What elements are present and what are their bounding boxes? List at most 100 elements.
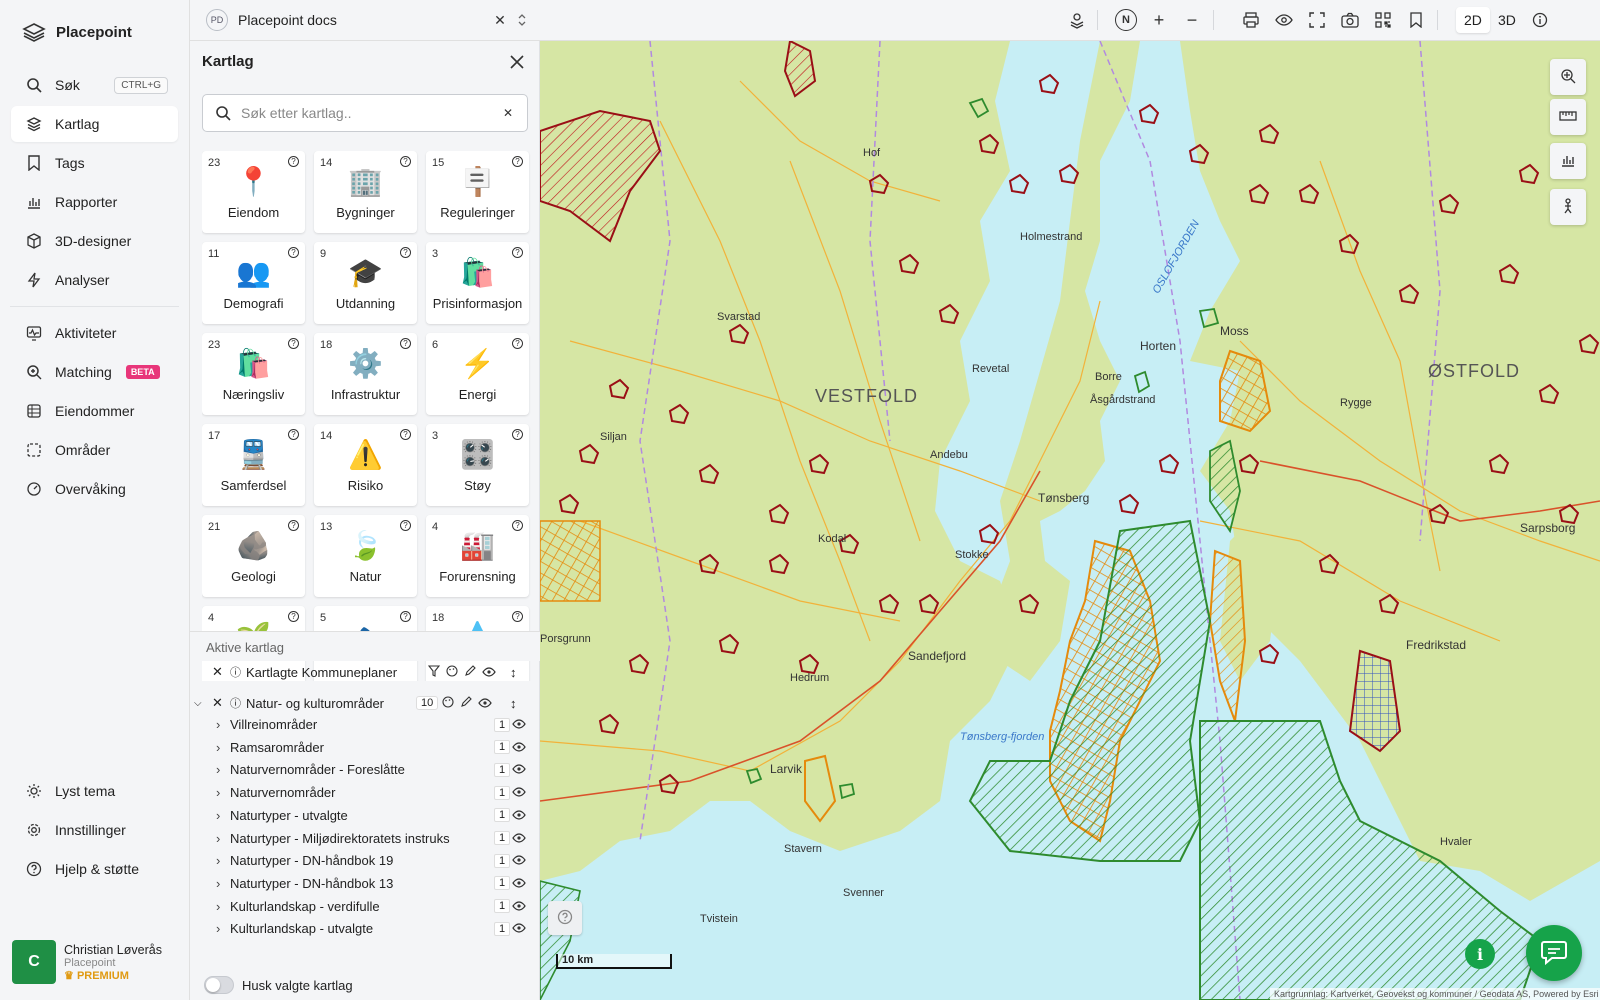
print-icon[interactable] bbox=[1241, 10, 1261, 30]
chevron-right-icon[interactable]: › bbox=[216, 740, 220, 755]
category-card[interactable]: 14? ⚠️ Risiko bbox=[314, 424, 417, 506]
layer-row[interactable]: › Naturtyper - Miljødirektoratets instruk… bbox=[190, 827, 540, 850]
nav-overvaking[interactable]: Overvåking bbox=[11, 471, 178, 507]
nav-hjelp[interactable]: Hjelp & støtte bbox=[11, 851, 179, 887]
chevron-right-icon[interactable]: › bbox=[216, 899, 220, 914]
layer-row[interactable]: › Naturvernområder 1 bbox=[190, 781, 540, 804]
category-card[interactable]: 23? 📍 Eiendom bbox=[202, 151, 305, 233]
palette-icon[interactable] bbox=[442, 695, 454, 711]
category-card[interactable]: 3? 🎛️ Støy bbox=[426, 424, 529, 506]
nav-matching[interactable]: Matching BETA bbox=[11, 354, 178, 390]
category-card[interactable]: 15? 🪧 Reguleringer bbox=[426, 151, 529, 233]
filter-icon[interactable] bbox=[427, 664, 441, 680]
camera-icon[interactable] bbox=[1340, 10, 1360, 30]
eye-icon[interactable] bbox=[512, 785, 526, 800]
eye-icon[interactable] bbox=[512, 808, 526, 823]
category-grid-scroll[interactable]: 23? 📍 Eiendom 14? 🏢 Bygninger 15? 🪧 Reguleringer… bbox=[202, 151, 532, 681]
chevron-right-icon[interactable]: › bbox=[216, 853, 220, 868]
category-card[interactable]: 21? 🪨 Geologi bbox=[202, 515, 305, 597]
nav-3d-designer[interactable]: 3D-designer bbox=[11, 223, 178, 259]
nav-analyser[interactable]: Analyser bbox=[11, 262, 178, 298]
close-panel-icon[interactable] bbox=[508, 53, 526, 74]
chevron-right-icon[interactable]: › bbox=[216, 717, 220, 732]
category-card[interactable]: 6? ⚡ Energi bbox=[426, 333, 529, 415]
category-card[interactable]: 9? 🎓 Utdanning bbox=[314, 242, 417, 324]
brand[interactable]: Placepoint bbox=[0, 0, 189, 64]
fullscreen-icon[interactable] bbox=[1307, 10, 1327, 30]
nav-omrader[interactable]: Områder bbox=[11, 432, 178, 468]
category-card[interactable]: 3? 🛍️ Prisinformasjon bbox=[426, 242, 529, 324]
measure-tool-button[interactable] bbox=[1550, 99, 1586, 135]
layer-row[interactable]: › Villreinområder 1 bbox=[190, 713, 540, 736]
eye-icon[interactable] bbox=[512, 740, 526, 755]
clear-search-icon[interactable]: ✕ bbox=[503, 106, 513, 120]
category-card[interactable]: 13? 🍃 Natur bbox=[314, 515, 417, 597]
layer-row[interactable]: › Naturtyper - utvalgte 1 bbox=[190, 804, 540, 827]
remove-icon[interactable]: ✕ bbox=[212, 695, 223, 711]
reorder-icon[interactable]: ↕ bbox=[510, 665, 517, 680]
qr-code-icon[interactable] bbox=[1373, 10, 1393, 30]
help-icon[interactable]: ⓘ bbox=[230, 695, 241, 711]
mode-2d-button[interactable]: 2D bbox=[1456, 7, 1490, 33]
category-card[interactable]: 4? 🏭 Forurensning bbox=[426, 515, 529, 597]
nav-search[interactable]: Søk CTRL+G bbox=[11, 67, 178, 103]
nav-lyst-tema[interactable]: Lyst tema bbox=[11, 773, 179, 809]
layer-search-box[interactable]: ✕ bbox=[202, 94, 528, 132]
remember-layers-toggle[interactable] bbox=[204, 976, 234, 994]
chevron-right-icon[interactable]: › bbox=[216, 876, 220, 891]
eye-icon[interactable] bbox=[512, 899, 526, 914]
layer-row[interactable]: › Kulturlandskap - utvalgte 1 bbox=[190, 917, 540, 940]
palette-icon[interactable] bbox=[446, 664, 458, 680]
nav-rapporter[interactable]: Rapporter bbox=[11, 184, 178, 220]
category-card[interactable]: 18? ⚙️ Infrastruktur bbox=[314, 333, 417, 415]
edit-icon[interactable] bbox=[460, 695, 472, 711]
help-icon[interactable]: ⓘ bbox=[230, 664, 241, 680]
nav-kartlag[interactable]: Kartlag bbox=[11, 106, 178, 142]
category-card[interactable]: 11? 👥 Demografi bbox=[202, 242, 305, 324]
zoom-in-icon[interactable]: + bbox=[1149, 10, 1169, 30]
eye-icon[interactable] bbox=[512, 831, 526, 846]
chevron-right-icon[interactable]: › bbox=[216, 762, 220, 777]
collapse-chevron-icon[interactable]: ⌵ bbox=[194, 698, 202, 709]
eye-icon[interactable] bbox=[512, 853, 526, 868]
eye-icon[interactable] bbox=[482, 665, 496, 680]
eye-icon[interactable] bbox=[512, 921, 526, 936]
layer-row[interactable]: › Naturtyper - DN-håndbok 19 1 bbox=[190, 849, 540, 872]
layer-row[interactable]: › Ramsarområder 1 bbox=[190, 736, 540, 759]
locate-tool-button[interactable] bbox=[1550, 59, 1586, 95]
info-icon[interactable] bbox=[1530, 10, 1550, 30]
bookmark-icon[interactable] bbox=[1406, 10, 1426, 30]
eye-icon[interactable] bbox=[512, 762, 526, 777]
chevron-right-icon[interactable]: › bbox=[216, 921, 220, 936]
mode-3d-button[interactable]: 3D bbox=[1490, 7, 1524, 33]
chat-button[interactable] bbox=[1526, 925, 1582, 981]
layers-stack-icon[interactable] bbox=[1067, 10, 1087, 30]
layer-row[interactable]: › Naturtyper - DN-håndbok 13 1 bbox=[190, 872, 540, 895]
eye-icon[interactable] bbox=[478, 696, 492, 711]
layer-search-input[interactable] bbox=[241, 105, 503, 121]
close-doc-icon[interactable]: ✕ bbox=[490, 10, 510, 30]
nav-eiendommer[interactable]: Eiendommer bbox=[11, 393, 178, 429]
layer-row[interactable]: › Naturvernområder - Foreslåtte 1 bbox=[190, 758, 540, 781]
streetview-tool-button[interactable] bbox=[1550, 189, 1586, 225]
chevron-right-icon[interactable]: › bbox=[216, 808, 220, 823]
edit-icon[interactable] bbox=[464, 664, 476, 680]
layer-row[interactable]: › Kulturlandskap - verdifulle 1 bbox=[190, 895, 540, 918]
chevron-right-icon[interactable]: › bbox=[216, 831, 220, 846]
user-profile[interactable]: C Christian Løverås Placepoint ♛ PREMIUM bbox=[12, 940, 182, 984]
active-group-kommuneplaner[interactable]: ✕ ⓘ Kartlagte Kommuneplaner ↕ bbox=[190, 658, 540, 686]
nav-aktiviteter[interactable]: Aktiviteter bbox=[11, 315, 178, 351]
chart-tool-button[interactable] bbox=[1550, 143, 1586, 179]
chevron-right-icon[interactable]: › bbox=[216, 785, 220, 800]
reorder-icon[interactable]: ↕ bbox=[510, 696, 517, 711]
map-help-button[interactable] bbox=[548, 901, 582, 935]
compass-icon[interactable]: N bbox=[1115, 9, 1137, 31]
map-view[interactable]: VESTFOLD ØSTFOLD OSLOFJORDEN Horten Tøns… bbox=[540, 41, 1600, 1000]
category-card[interactable]: 17? 🚆 Samferdsel bbox=[202, 424, 305, 506]
map-canvas[interactable] bbox=[540, 41, 1600, 1000]
info-button[interactable]: i bbox=[1465, 939, 1495, 969]
doc-switcher-icon[interactable] bbox=[512, 10, 532, 30]
remove-icon[interactable]: ✕ bbox=[212, 664, 223, 680]
zoom-out-icon[interactable]: − bbox=[1182, 10, 1202, 30]
eye-icon[interactable] bbox=[512, 717, 526, 732]
